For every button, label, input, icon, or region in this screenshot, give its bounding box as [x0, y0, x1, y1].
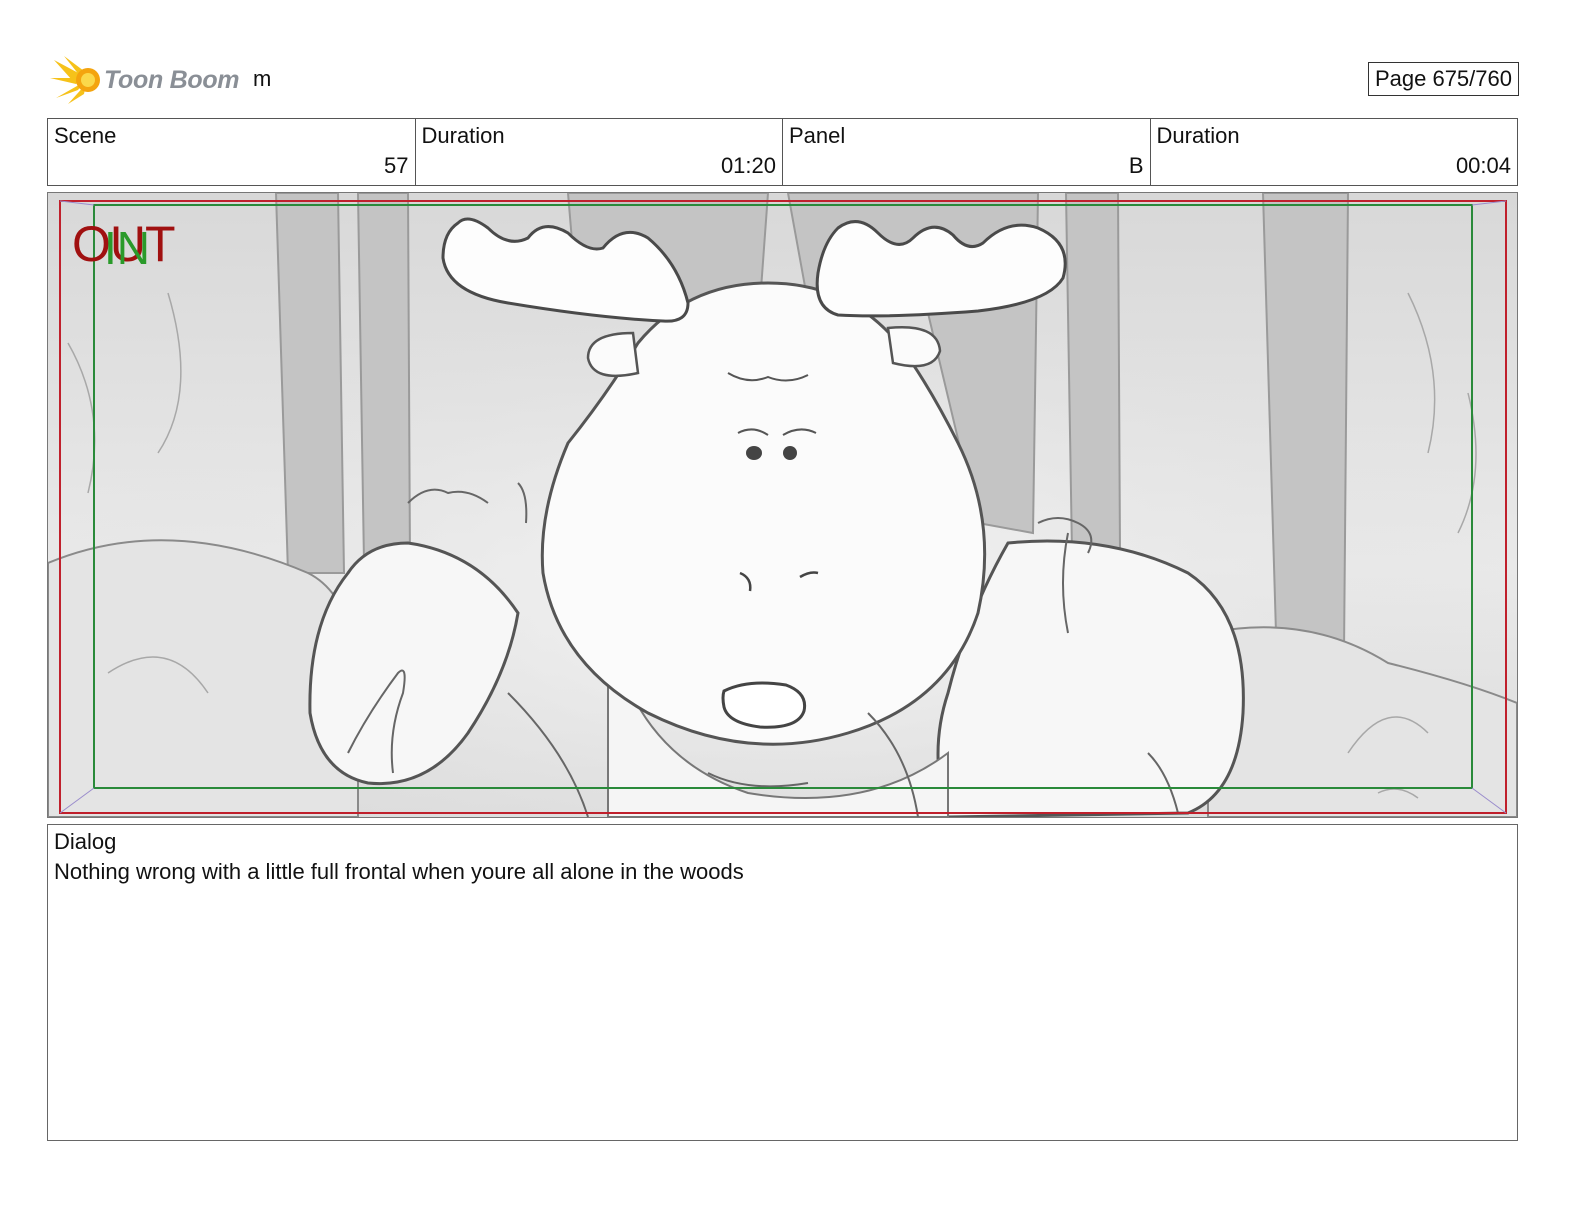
toon-boom-logo: Toon Boom [50, 54, 240, 106]
star-burst-icon [50, 56, 100, 104]
project-name: m [253, 66, 272, 91]
scene-duration-value: 01:20 [720, 153, 776, 178]
panel-cell: Panel B [782, 119, 1150, 185]
panel-duration-label: Duration [1156, 123, 1240, 148]
dialog-text: Nothing wrong with a little full frontal… [54, 859, 744, 884]
logo-text: Toon Boom [104, 65, 240, 94]
storyboard-sketch [48, 193, 1517, 817]
panel-image: OUT IN [47, 192, 1518, 818]
panel-label: Panel [789, 123, 846, 148]
page-counter: Page 675/760 [1367, 62, 1519, 96]
dialog-box: Dialog Nothing wrong with a little full … [47, 824, 1518, 1141]
scene-info-table: Scene 57 Duration 01:20 Panel B Duration… [47, 118, 1518, 186]
panel-duration-value: 00:04 [1455, 153, 1511, 178]
in-stamp: IN [104, 222, 150, 274]
dialog-label: Dialog [54, 829, 117, 854]
scene-duration-cell: Duration 01:20 [414, 119, 783, 185]
in-out-stamp: OUT IN [72, 219, 202, 275]
scene-cell: Scene 57 [48, 119, 415, 185]
panel-duration-cell: Duration 00:04 [1149, 119, 1518, 185]
scene-label: Scene [54, 123, 117, 148]
panel-value: B [1128, 153, 1144, 178]
scene-value: 57 [384, 153, 409, 178]
scene-duration-label: Duration [421, 123, 505, 148]
